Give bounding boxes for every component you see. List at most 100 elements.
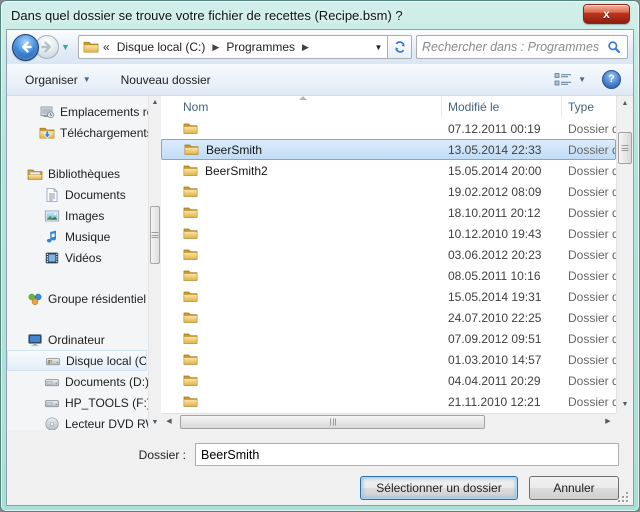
breadcrumb-separator-icon[interactable]: ▶: [300, 42, 311, 53]
file-modified: 07.12.2011 00:19: [442, 122, 562, 136]
sidebar-item-documents[interactable]: Documents: [7, 184, 148, 205]
table-row[interactable]: 21.11.2010 12:21 Dossier d: [161, 391, 616, 412]
resize-grip[interactable]: [616, 490, 629, 503]
organize-button[interactable]: Organiser ▼: [19, 69, 97, 91]
table-row[interactable]: 19.02.2012 08:09 Dossier d: [161, 181, 616, 202]
search-input[interactable]: [422, 40, 606, 54]
address-bar[interactable]: « Disque local (C:) ▶ Programmes ▶ ▼: [78, 35, 412, 59]
search-box[interactable]: [416, 35, 628, 59]
table-row-selected[interactable]: BeerSmith 13.05.2014 22:33 Dossier d: [161, 139, 616, 160]
homegroup-icon: [27, 291, 43, 307]
sidebar-item-label: HP_TOOLS (F:): [65, 396, 148, 410]
breadcrumb-overflow-icon[interactable]: «: [99, 40, 112, 54]
column-header-modified[interactable]: Modifié le: [442, 96, 562, 118]
title-bar[interactable]: Dans quel dossier se trouve votre fichie…: [1, 1, 639, 29]
table-row[interactable]: 10.12.2010 19:43 Dossier d: [161, 223, 616, 244]
dialog-client-area: ▼ « Disque local (C:) ▶ Programmes ▶ ▼: [6, 29, 634, 506]
chevron-down-icon: ▼: [578, 75, 586, 84]
scrollbar-thumb[interactable]: [180, 415, 485, 429]
breadcrumb-item-programmes[interactable]: Programmes: [221, 36, 300, 58]
scroll-down-icon[interactable]: ▼: [617, 397, 633, 413]
scroll-up-icon[interactable]: ▲: [617, 96, 633, 112]
drive-icon: [44, 395, 60, 411]
scroll-down-icon[interactable]: ▼: [149, 416, 161, 430]
arrow-left-icon: [18, 39, 34, 55]
folder-icon: [182, 205, 199, 220]
sidebar-item-music[interactable]: Musique: [7, 226, 148, 247]
new-folder-button[interactable]: Nouveau dossier: [115, 69, 217, 91]
views-button[interactable]: ▼: [547, 68, 592, 92]
sidebar-item-label: Vidéos: [65, 251, 101, 265]
drive-icon: [44, 374, 60, 390]
file-type: Dossier d: [562, 143, 615, 157]
file-modified: 03.06.2012 20:23: [442, 248, 562, 262]
scroll-left-icon[interactable]: ◀: [161, 414, 177, 430]
sidebar-item-recent-places[interactable]: Emplacements ré: [7, 101, 148, 122]
sidebar-item-images[interactable]: Images: [7, 205, 148, 226]
computer-icon: [27, 332, 43, 348]
picture-icon: [44, 208, 60, 224]
list-horizontal-scrollbar[interactable]: ◀ ▶: [161, 413, 616, 430]
scrollbar-thumb[interactable]: [618, 132, 632, 164]
sidebar-item-libraries[interactable]: Bibliothèques: [7, 163, 148, 184]
folder-name-input[interactable]: [195, 443, 619, 466]
table-row[interactable]: 08.05.2011 10:16 Dossier d: [161, 265, 616, 286]
refresh-icon: [392, 39, 408, 55]
close-button[interactable]: x: [583, 4, 630, 24]
dvd-disc-icon: [44, 416, 60, 431]
folder-icon: [182, 373, 199, 388]
sidebar-item-hp-tools-f[interactable]: HP_TOOLS (F:): [7, 392, 148, 413]
sidebar-item-local-disk-c[interactable]: Disque local (C:): [7, 350, 147, 371]
sidebar-scrollbar[interactable]: ▲ ▼: [148, 96, 161, 430]
breadcrumb-item-disque-local[interactable]: Disque local (C:): [112, 36, 211, 58]
table-row[interactable]: 07.12.2011 00:19 Dossier d: [161, 118, 616, 139]
select-folder-button[interactable]: Sélectionner un dossier: [360, 476, 518, 500]
sidebar-item-label: Emplacements ré: [60, 105, 148, 119]
refresh-button[interactable]: [387, 35, 412, 59]
new-folder-label: Nouveau dossier: [121, 73, 211, 87]
table-row[interactable]: 03.06.2012 20:23 Dossier d: [161, 244, 616, 265]
history-buttons: ▼: [12, 34, 74, 61]
cancel-button[interactable]: Annuler: [529, 476, 619, 500]
table-row[interactable]: 24.07.2010 22:25 Dossier d: [161, 307, 616, 328]
sidebar-item-label: Bibliothèques: [48, 167, 120, 181]
sidebar-item-documents-d[interactable]: Documents (D:): [7, 371, 148, 392]
breadcrumb-separator-icon[interactable]: ▶: [210, 42, 221, 53]
history-dropdown-icon[interactable]: ▼: [61, 42, 70, 52]
sidebar-gap: [7, 268, 148, 288]
file-name: BeerSmith: [206, 143, 262, 157]
table-row[interactable]: 01.03.2010 14:57 Dossier d: [161, 349, 616, 370]
file-type: Dossier d: [562, 164, 616, 178]
file-type: Dossier d: [562, 269, 616, 283]
organize-label: Organiser: [25, 73, 78, 87]
table-row[interactable]: BeerSmith2 15.05.2014 20:00 Dossier d: [161, 160, 616, 181]
scroll-up-icon[interactable]: ▲: [149, 96, 161, 110]
table-row[interactable]: 04.04.2011 20:29 Dossier d: [161, 370, 616, 391]
file-type: Dossier d: [562, 311, 616, 325]
table-row[interactable]: 07.09.2012 09:51 Dossier d: [161, 328, 616, 349]
sidebar-item-downloads[interactable]: Téléchargements: [7, 122, 148, 143]
file-modified: 19.02.2012 08:09: [442, 185, 562, 199]
sidebar-item-dvd-drive[interactable]: Lecteur DVD RW: [7, 413, 148, 430]
address-dropdown-icon[interactable]: ▼: [370, 43, 387, 52]
content-area: Emplacements ré Téléchargements Biblioth…: [7, 96, 633, 430]
scroll-right-icon[interactable]: ▶: [600, 414, 616, 430]
file-type: Dossier d: [562, 332, 616, 346]
file-type: Dossier d: [562, 290, 616, 304]
scrollbar-thumb[interactable]: [150, 206, 160, 264]
sidebar-item-videos[interactable]: Vidéos: [7, 247, 148, 268]
sidebar-item-computer[interactable]: Ordinateur: [7, 329, 148, 350]
dialog-footer: Dossier : Sélectionner un dossier Annule…: [7, 430, 633, 507]
back-button[interactable]: [12, 34, 39, 61]
folder-icon: [182, 163, 199, 178]
sidebar-item-homegroup[interactable]: Groupe résidentiel: [7, 288, 148, 309]
dialog-title: Dans quel dossier se trouve votre fichie…: [11, 8, 403, 23]
search-icon[interactable]: [606, 39, 622, 55]
file-modified: 07.09.2012 09:51: [442, 332, 562, 346]
file-type: Dossier d: [562, 185, 616, 199]
list-vertical-scrollbar[interactable]: ▲ ▼: [616, 96, 633, 413]
close-icon: x: [603, 7, 610, 21]
table-row[interactable]: 15.05.2014 19:31 Dossier d: [161, 286, 616, 307]
help-button[interactable]: ?: [602, 70, 621, 89]
table-row[interactable]: 18.10.2011 20:12 Dossier d: [161, 202, 616, 223]
